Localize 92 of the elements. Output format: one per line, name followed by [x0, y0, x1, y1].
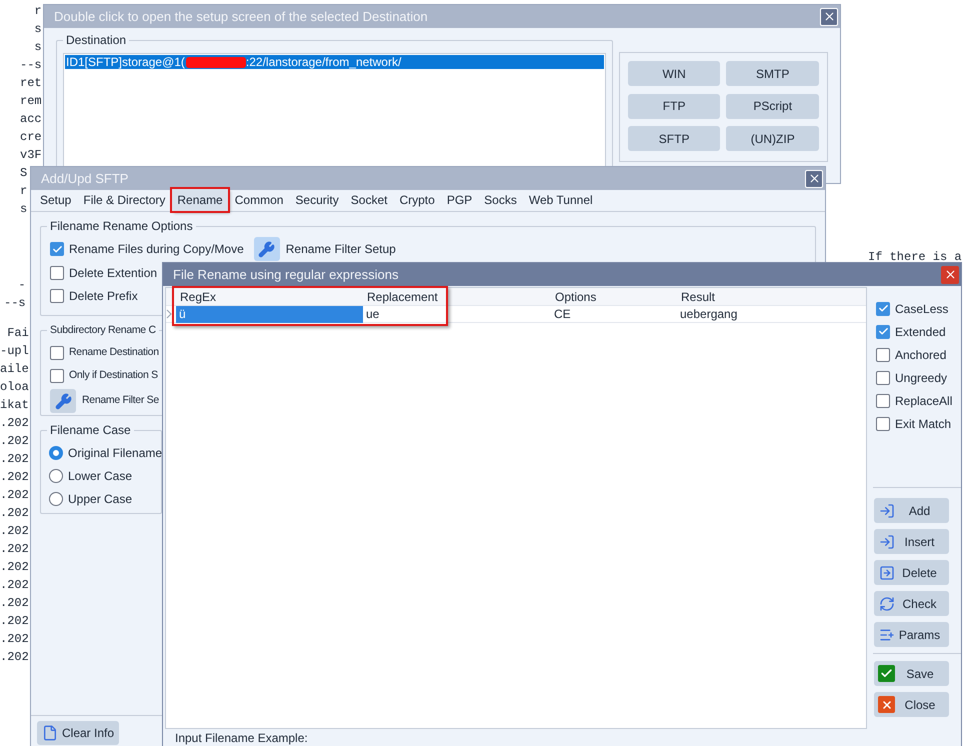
log-line: ret	[20, 75, 42, 92]
log-line: r	[20, 183, 28, 200]
log-line: ikat	[0, 397, 29, 414]
table-cell: ü	[176, 306, 363, 322]
log-line: oloa	[0, 379, 29, 396]
checkbox-label: Delete Extention	[69, 264, 158, 282]
table-cell-text: CE	[553, 306, 572, 322]
log-line: .202	[0, 577, 29, 594]
checkbox-label: Ungreedy	[895, 370, 948, 386]
log-line: acc	[20, 111, 42, 128]
checkbox-label: Rename Destination	[69, 344, 159, 360]
action-button[interactable]: Check	[874, 591, 949, 616]
log-line: Fai	[6, 325, 29, 342]
radio-label: Original Filename	[68, 444, 162, 462]
window-title: Add/Upd SFTP	[41, 170, 128, 188]
tab[interactable]: Security	[290, 189, 344, 211]
tab[interactable]: Socks	[479, 189, 522, 211]
protocol-button[interactable]: FTP	[628, 94, 720, 119]
column-header[interactable]: RegEx	[180, 290, 216, 304]
log-line: --s	[20, 57, 42, 74]
log-line: v3F	[20, 147, 42, 164]
action-button[interactable]: Params	[874, 622, 949, 647]
tab[interactable]: Common	[230, 189, 288, 211]
window-title: Double click to open the setup screen of the selected Destination	[54, 8, 428, 26]
table-row[interactable]: ü ue CE uebergang	[166, 306, 866, 323]
log-line: .202	[0, 559, 29, 576]
tab[interactable]: Rename	[172, 189, 228, 211]
clear-info-button[interactable]: Clear Info	[37, 721, 120, 745]
log-line: aile	[0, 361, 29, 378]
tab[interactable]: PGP	[442, 189, 478, 211]
protocol-button[interactable]: (UN)ZIP	[726, 126, 819, 152]
protocol-button[interactable]: SMTP	[726, 61, 819, 86]
log-line: s	[33, 21, 42, 38]
log-line: -	[17, 277, 26, 294]
window-title: File Rename using regular expressions	[173, 266, 398, 284]
destination-row[interactable]: ID1[SFTP]storage@1( :22/lanstorage/from_network/	[65, 55, 604, 69]
log-line: If there is a	[868, 250, 962, 264]
group-title: Filename Rename Options	[47, 218, 196, 234]
radio-label: Upper Case	[68, 490, 132, 508]
checkbox-label: CaseLess	[895, 300, 948, 318]
table-cell-text: ue	[365, 306, 380, 322]
log-line: .202	[0, 649, 29, 666]
log-line: -upl	[0, 343, 29, 360]
example-label: Input Filename Example:	[175, 731, 309, 745]
log-line: .202	[0, 415, 29, 432]
log-line: .202	[0, 505, 29, 522]
checkbox-label: Exit Match	[895, 416, 952, 432]
log-line: s	[33, 39, 42, 56]
destination-text: :22/lanstorage/from_network/	[246, 54, 402, 71]
log-line: .202	[0, 631, 29, 648]
checkbox-label: Delete Prefix	[69, 288, 138, 304]
protocol-button[interactable]: SFTP	[628, 126, 720, 152]
protocol-button[interactable]: PScript	[726, 94, 819, 119]
rename-filter-button[interactable]: Rename Filter Se	[50, 389, 159, 413]
log-line: S	[20, 165, 28, 182]
log-line: r	[33, 3, 42, 20]
tab[interactable]: Setup	[35, 189, 76, 211]
tab[interactable]: Crypto	[394, 189, 440, 211]
checkbox-label: Anchored	[895, 346, 946, 364]
log-line: rem	[20, 93, 42, 110]
action-button[interactable]: Delete	[874, 560, 949, 585]
log-line: .202	[0, 541, 29, 558]
column-header[interactable]: Replacement	[367, 290, 438, 304]
log-line: .202	[0, 523, 29, 540]
column-header[interactable]: Options	[555, 290, 596, 304]
table-cell-text: uebergang	[679, 306, 738, 322]
group-title: Subdirectory Rename C	[47, 322, 159, 338]
column-header[interactable]: Result	[681, 290, 716, 304]
close-button[interactable]: Close	[874, 692, 949, 717]
destination-text: ID1[SFTP]storage@1(	[66, 54, 185, 71]
log-line: --s	[4, 295, 26, 312]
tab[interactable]: Socket	[346, 189, 392, 211]
checkbox-label: Extended	[895, 324, 946, 340]
save-button[interactable]: Save	[874, 661, 949, 686]
tab[interactable]: Web Tunnel	[524, 189, 598, 211]
log-line: .202	[0, 451, 29, 468]
log-line: .202	[0, 469, 29, 486]
checkbox-label: ReplaceAll	[895, 392, 952, 410]
checkbox-label: Rename Files during Copy/Move	[69, 241, 244, 258]
log-line: .202	[0, 487, 29, 504]
rename-filter-button[interactable]: Rename Filter Setup	[254, 237, 396, 261]
log-line: .202	[0, 595, 29, 612]
radio-label: Lower Case	[68, 468, 132, 484]
log-line: .202	[0, 433, 29, 450]
protocol-button[interactable]: WIN	[628, 61, 720, 86]
log-line: .202	[0, 613, 29, 630]
tab[interactable]: File & Directory	[78, 189, 170, 211]
action-button[interactable]: Add	[874, 498, 949, 523]
log-line: s	[20, 201, 28, 218]
checkbox-label: Only if Destination S	[69, 368, 158, 383]
action-button[interactable]: Insert	[874, 529, 949, 554]
log-line: cre	[20, 129, 42, 146]
